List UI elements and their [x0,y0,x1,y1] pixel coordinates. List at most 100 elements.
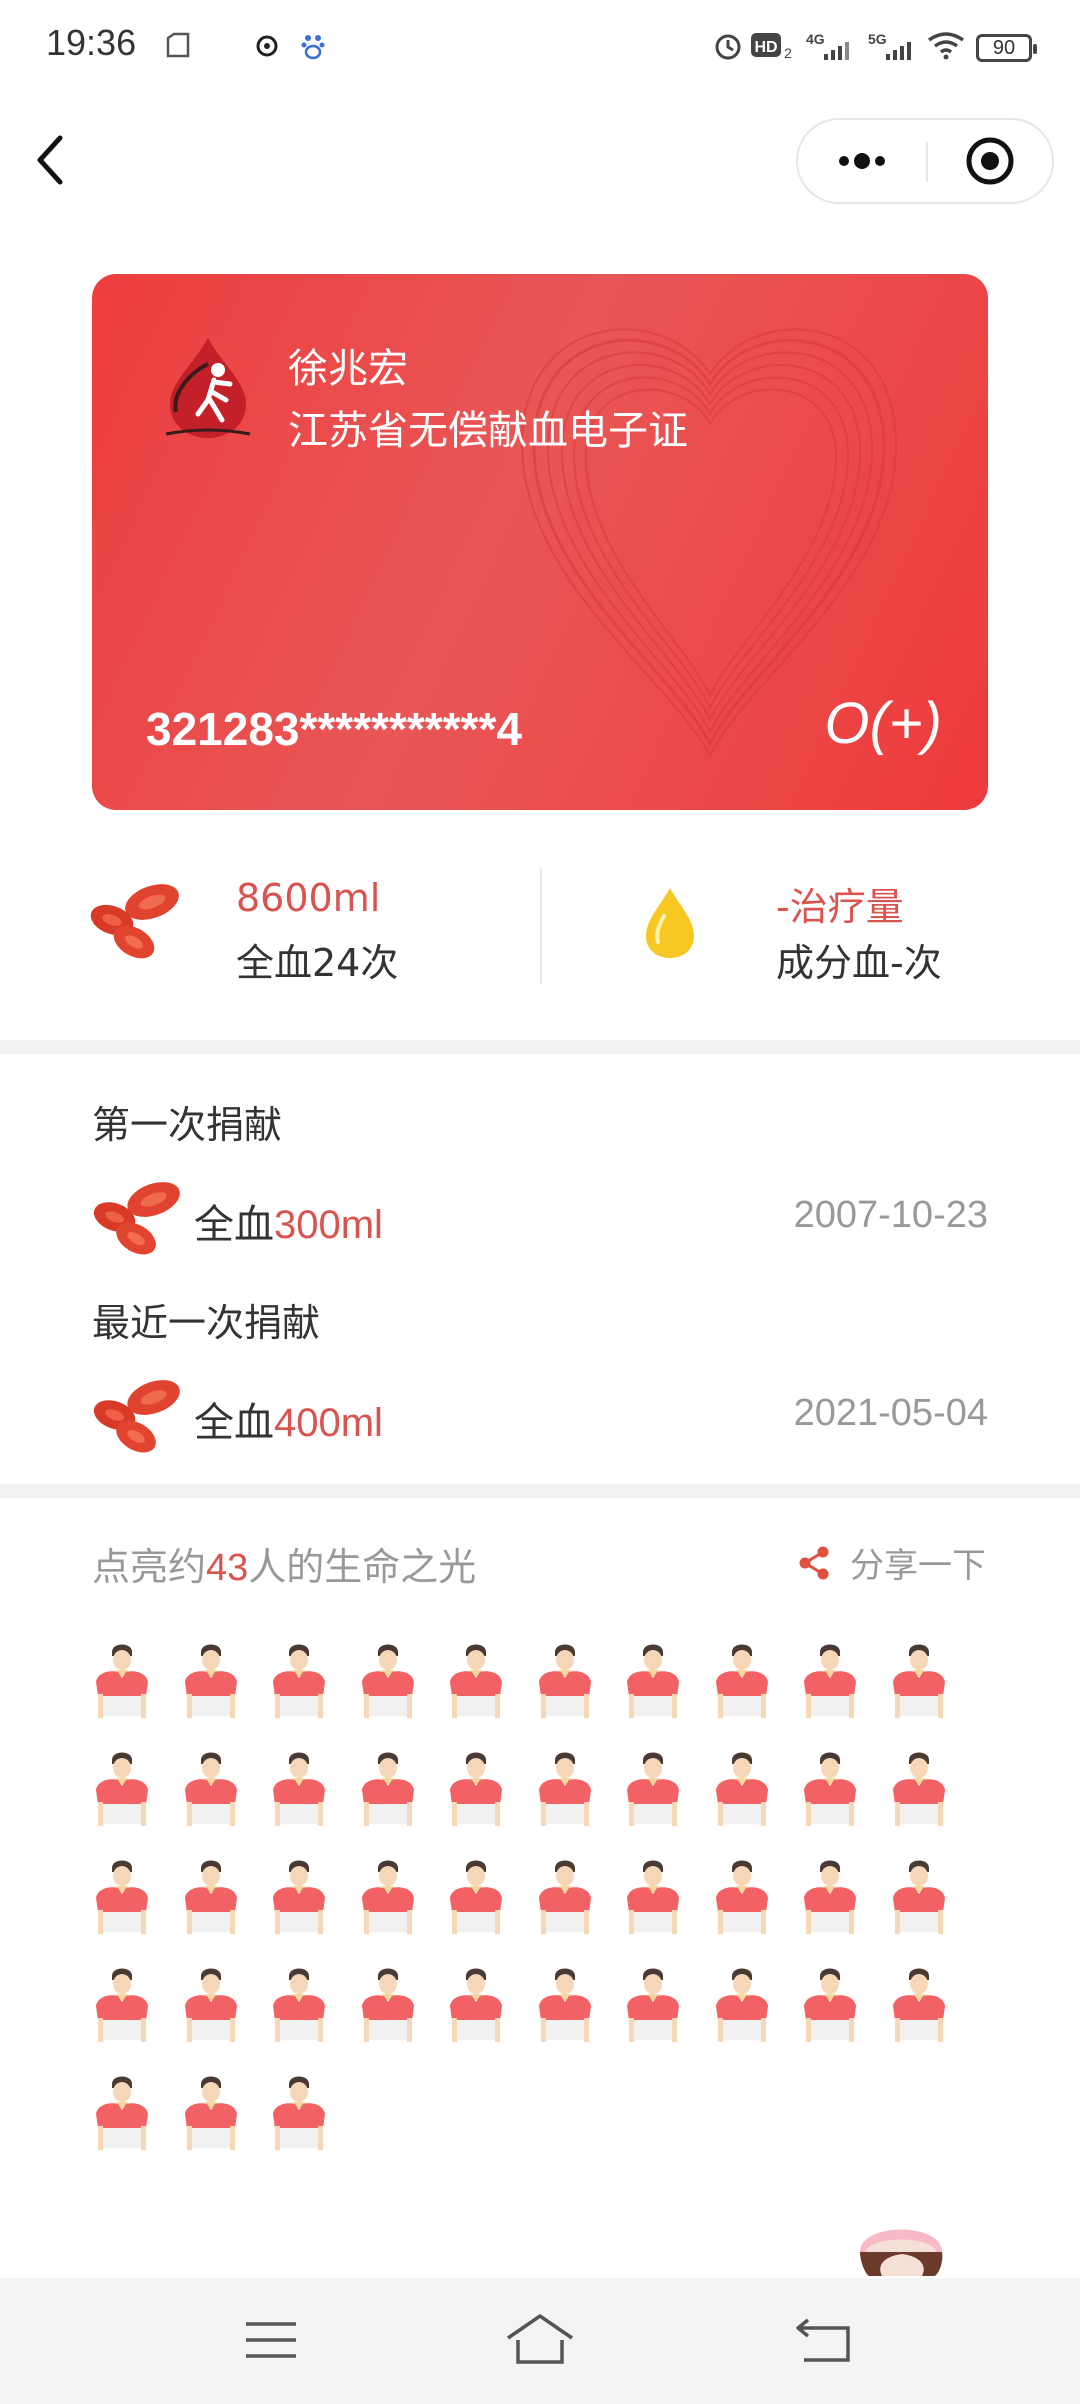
person-icon [889,1638,949,1728]
person-icon [269,1638,329,1728]
person-icon [181,1638,241,1728]
person-icon [358,1746,418,1836]
person-icon [181,2070,241,2160]
section-separator [0,1484,1080,1498]
first-donation-detail: 全血300ml [194,1192,383,1250]
blood-type: O(+) [824,691,942,756]
person-icon [269,1962,329,2052]
alarm-app-icon [256,35,278,57]
battery-icon: 90 [976,34,1037,62]
target-close-icon [966,137,1014,185]
first-donation-row: 全血300ml 2007-10-23 [92,1174,988,1258]
person-icon [889,1854,949,1944]
person-icon [889,1746,949,1836]
share-label: 分享一下 [850,1546,986,1586]
blood-donor-logo-icon [165,338,251,438]
person-icon [800,1854,860,1944]
component-blood-volume: -治疗量 [776,885,904,929]
clipboard-icon [166,32,190,58]
yellow-drop-icon [646,888,694,958]
whole-blood-stat: 8600ml 全血24次 [90,868,530,988]
person-icon [623,1746,683,1836]
lives-count: 43 [206,1547,249,1589]
svg-text:5G: 5G [868,31,887,47]
donor-id-number: 321283***********4 [146,703,522,755]
svg-text:HD: HD [754,39,777,56]
wifi-icon [927,32,965,60]
person-icon [358,1962,418,2052]
blood-donation-certificate-page: 19:36 HD 2 4G 5G 90 徐兆宏 江苏省无偿献血电子证 32128… [0,0,1080,2404]
person-icon [623,1638,683,1728]
person-icon [181,1854,241,1944]
share-icon [799,1546,829,1580]
baidu-icon [301,35,325,60]
home-icon [507,2314,573,2364]
person-icon [92,1854,152,1944]
person-icon [800,1962,860,2052]
stat-divider [540,868,542,984]
whole-blood-volume: 8600ml [236,876,381,920]
system-navigation-bar [0,2278,1080,2404]
donation-type: 全血 [194,1202,274,1248]
latest-donation-row: 全血400ml 2021-05-04 [92,1372,988,1456]
mini-program-capsule [796,118,1054,204]
menu-button[interactable] [232,2308,312,2372]
section-separator [0,1040,1080,1054]
certificate-title: 江苏省无偿献血电子证 [288,408,688,454]
red-blood-cells-icon [90,884,179,959]
menu-icon [246,2322,296,2358]
back-button[interactable] [26,124,82,196]
person-icon [269,1746,329,1836]
donation-type: 全血 [194,1400,274,1446]
red-blood-cells-icon [93,1380,180,1453]
back-arrow-icon [796,2318,850,2362]
more-dots-icon [839,153,885,169]
signal-5g-icon: 5G [868,31,911,60]
hd-icon: HD 2 [751,33,792,61]
person-icon [269,2070,329,2160]
person-icon [358,1638,418,1728]
back-nav-button[interactable] [784,2308,864,2372]
person-icon [800,1746,860,1836]
person-icon [446,1962,506,2052]
person-icon [92,1638,152,1728]
nurse-mascot-icon[interactable] [846,2212,956,2276]
person-icon [92,2070,152,2160]
person-icon [181,1962,241,2052]
lives-prefix: 点亮约 [92,1545,207,1589]
home-button[interactable] [500,2308,580,2372]
person-icon [269,1854,329,1944]
person-icon [712,1746,772,1836]
component-blood-count: 成分血-次 [776,941,942,985]
lives-title: 点亮约43人的生命之光 [92,1536,476,1591]
person-icon [535,1962,595,2052]
person-icon [92,1746,152,1836]
person-icon [92,1962,152,2052]
person-icon [800,1638,860,1728]
donor-certificate-card[interactable]: 徐兆宏 江苏省无偿献血电子证 321283***********4 O(+) [92,274,988,810]
latest-donation-label: 最近一次捐献 [92,1301,321,1345]
donation-amount: 300ml [274,1203,383,1247]
svg-text:4G: 4G [806,31,825,47]
person-icon [623,1962,683,2052]
signal-4g-icon: 4G [806,31,849,60]
person-icon [712,1638,772,1728]
share-button[interactable]: 分享一下 [796,1538,992,1590]
svg-text:2: 2 [784,45,792,61]
person-icon [535,1638,595,1728]
red-blood-cells-icon [93,1182,180,1255]
person-icon [446,1746,506,1836]
first-donation-date: 2007-10-23 [793,1194,988,1236]
person-icon [535,1854,595,1944]
status-time: 19:36 [46,22,137,63]
alarm-clock-icon [715,34,741,60]
close-button[interactable] [928,120,1052,202]
chevron-left-icon [37,135,63,185]
status-bar: 19:36 HD 2 4G 5G 90 [0,0,1080,96]
component-blood-stat: -治疗量 成分血-次 [640,868,1040,988]
more-button[interactable] [798,120,926,202]
person-icon [712,1854,772,1944]
person-icon [446,1638,506,1728]
latest-donation-date: 2021-05-04 [793,1392,988,1434]
first-donation-label: 第一次捐献 [92,1103,283,1147]
